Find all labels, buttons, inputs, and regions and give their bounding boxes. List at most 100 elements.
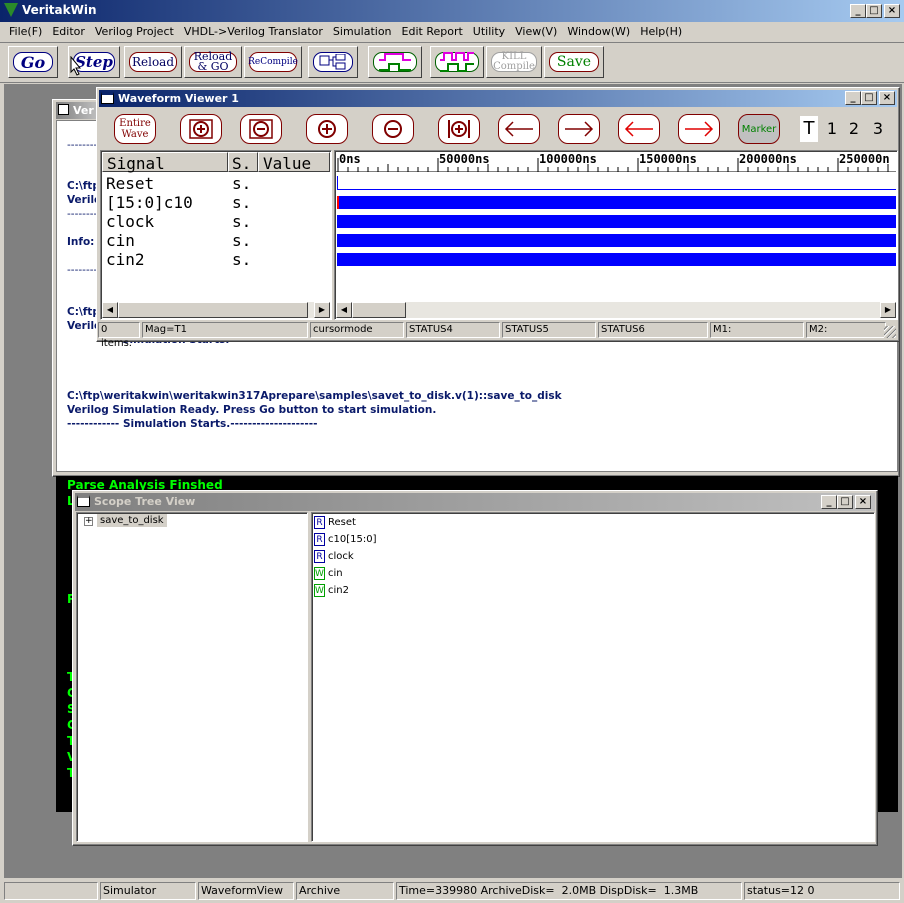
scroll-right-button[interactable] — [558, 114, 600, 144]
zoom-in-button[interactable] — [306, 114, 348, 144]
go-button[interactable]: Go — [8, 46, 58, 78]
scope-title: Scope Tree View — [94, 495, 196, 508]
value-header-label: Value — [263, 154, 312, 173]
menu-help[interactable]: Help(H) — [635, 23, 687, 41]
waveform-clock-button[interactable] — [430, 46, 484, 78]
signal-scroll-thumb[interactable] — [118, 302, 308, 318]
wv-status-m1: M1: — [710, 322, 804, 338]
signal-header-col[interactable]: Signal — [102, 152, 228, 173]
s-header-col[interactable]: S. — [228, 152, 258, 173]
scope-minimize-button[interactable]: _ — [821, 495, 837, 509]
wire-icon: W — [314, 583, 325, 597]
zoom-out-box-button[interactable] — [240, 114, 282, 144]
waveform-minimize-button[interactable]: _ — [845, 91, 861, 105]
tab-2[interactable]: 2 — [846, 116, 862, 142]
zoom-in-box-button[interactable] — [180, 114, 222, 144]
tree-expand-icon[interactable]: + — [84, 517, 93, 526]
scope-item-reset[interactable]: R Reset — [314, 515, 356, 530]
console-line-ready: Verilog Simulation Ready. Press Go butto… — [67, 404, 437, 416]
main-titlebar: VeritakWin _ □ × — [0, 0, 904, 22]
wave-cin — [337, 234, 896, 247]
wave-scroll-right-icon[interactable]: ▶ — [880, 302, 896, 318]
menu-edit-report[interactable]: Edit Report — [397, 23, 468, 41]
scope-item-c10[interactable]: Rc10[15:0] — [314, 532, 376, 547]
console-title: Ver — [73, 104, 94, 117]
menu-editor[interactable]: Editor — [47, 23, 90, 41]
signal-header-label: Signal — [107, 154, 165, 173]
wave-c10-marker — [337, 196, 339, 209]
time-label-1: 50000ns — [439, 152, 490, 166]
wv-status-cursormode: cursormode — [310, 322, 404, 338]
scope-item-label: clock — [328, 551, 354, 562]
save-button[interactable]: Save — [544, 46, 604, 78]
marker-label: Marker — [741, 123, 777, 135]
status-waveformview: WaveformView — [198, 882, 294, 900]
reload-go-button[interactable]: Reload & GO — [184, 46, 242, 78]
signal-scroll-right-icon[interactable]: ▶ — [314, 302, 330, 318]
zoom-out-button[interactable] — [372, 114, 414, 144]
wave-scroll-thumb[interactable] — [352, 302, 406, 318]
kill-line2: Compile — [493, 61, 535, 72]
time-label-5: 250000n — [839, 152, 890, 166]
time-ruler: 0ns 50000ns 100000ns 150000ns 200000ns 2… — [336, 152, 896, 172]
scope-item-label: cin2 — [328, 585, 349, 596]
hierarchy-button[interactable] — [308, 46, 358, 78]
tab-1[interactable]: 1 — [824, 116, 840, 142]
wave-scroll-left-icon[interactable]: ◀ — [336, 302, 352, 318]
time-ruler-ticks — [337, 158, 889, 172]
waveform-close-button[interactable]: × — [879, 91, 895, 105]
tab-3[interactable]: 3 — [870, 116, 886, 142]
signal-s-c10: s. — [232, 193, 252, 212]
reload-button[interactable]: Reload — [124, 46, 182, 78]
menu-window[interactable]: Window(W) — [562, 23, 635, 41]
tree-root-item[interactable]: save_to_disk — [97, 514, 167, 527]
scope-item-cin[interactable]: Wcin — [314, 566, 343, 581]
menu-simulation[interactable]: Simulation — [328, 23, 397, 41]
app-title: VeritakWin — [22, 3, 97, 17]
maximize-button[interactable]: □ — [866, 4, 882, 18]
prev-edge-button[interactable] — [618, 114, 660, 144]
mouse-cursor-icon — [70, 56, 82, 76]
status-cell-empty — [4, 882, 98, 900]
menu-file[interactable]: File(F) — [4, 23, 47, 41]
zoom-cursor-icon — [448, 120, 470, 138]
arrow-left-red-icon — [624, 121, 653, 137]
signal-name-c10[interactable]: [15:0]c10 — [106, 193, 193, 212]
marker-button[interactable]: Marker — [738, 114, 780, 144]
kill-compile-inner: KILL Compile — [491, 52, 537, 72]
zoom-cursor-button[interactable] — [438, 114, 480, 144]
recompile-button[interactable]: ReCompile — [244, 46, 302, 78]
signal-name-cin[interactable]: cin — [106, 231, 135, 250]
scope-maximize-button[interactable]: □ — [837, 495, 853, 509]
scope-item-clock[interactable]: Rclock — [314, 549, 354, 564]
entire-wave-button[interactable]: Entire Wave — [114, 114, 156, 144]
minimize-button[interactable]: _ — [850, 4, 866, 18]
scope-item-label: Reset — [328, 517, 356, 528]
signal-name-reset[interactable]: Reset — [106, 174, 154, 193]
value-header-col[interactable]: Value — [258, 152, 330, 173]
reload-go-line2: & GO — [197, 60, 229, 73]
tab-t[interactable]: T — [800, 116, 818, 142]
signal-s-cin2: s. — [232, 250, 252, 269]
menu-view[interactable]: View(V) — [510, 23, 562, 41]
wave-reset-low — [337, 189, 896, 190]
kill-compile-button[interactable]: KILL Compile — [486, 46, 542, 78]
scroll-left-button[interactable] — [498, 114, 540, 144]
scope-item-cin2[interactable]: Wcin2 — [314, 583, 349, 598]
menu-utility[interactable]: Utility — [468, 23, 510, 41]
wave-hscrollbar[interactable] — [336, 302, 896, 318]
menu-vhdl-translator[interactable]: VHDL->Verilog Translator — [179, 23, 328, 41]
entire-wave-line1: Entire — [119, 118, 151, 129]
arrow-right-red-icon — [685, 121, 714, 137]
waveform-maximize-button[interactable]: □ — [861, 91, 877, 105]
scope-close-button[interactable]: × — [855, 495, 871, 509]
wv-resize-grip-icon[interactable] — [884, 326, 896, 338]
zoom-in-icon — [318, 120, 336, 138]
signal-scroll-left-icon[interactable]: ◀ — [102, 302, 118, 318]
next-edge-button[interactable] — [678, 114, 720, 144]
close-button[interactable]: × — [884, 4, 900, 18]
menu-verilog-project[interactable]: Verilog Project — [90, 23, 179, 41]
signal-name-clock[interactable]: clock — [106, 212, 154, 231]
waveform-button[interactable] — [368, 46, 422, 78]
signal-name-cin2[interactable]: cin2 — [106, 250, 145, 269]
